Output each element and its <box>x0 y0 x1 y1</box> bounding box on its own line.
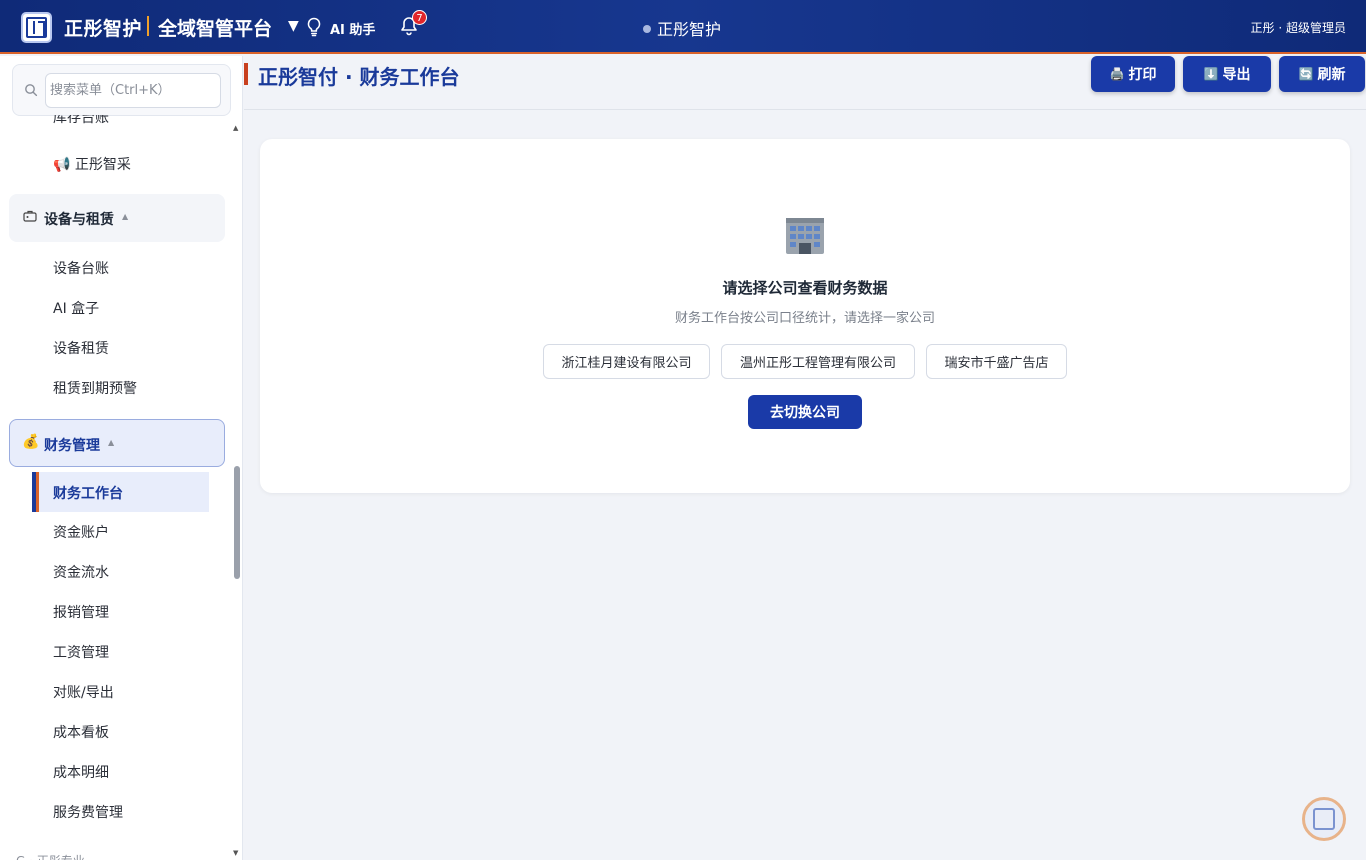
refresh-icon: 🔄 <box>1298 67 1314 81</box>
money-bag-icon: 💰 <box>22 434 40 450</box>
brand-divider <box>147 16 149 36</box>
top-header: 正彤智护 全域智管平台 ▼ AI 助手 7 正彤智护 正彤 · 超级管理员 <box>0 0 1366 54</box>
sidebar-item-finance-workbench[interactable]: 财务工作台 <box>32 472 209 512</box>
sidebar-group-partial[interactable]: G · 正彤专业 <box>16 852 85 860</box>
sidebar: 库存台账 📢 正彤智采 设备与租赁 ▲ 设备台账 AI 盒子 设备租赁 租赁到期… <box>0 56 243 860</box>
sidebar-group-equipment[interactable]: 设备与租赁 ▲ <box>9 194 225 242</box>
export-button[interactable]: ⬇️ 导出 <box>1183 56 1271 92</box>
chevron-up-icon: ▲ <box>122 212 129 221</box>
sidebar-item-label: 库存台账 <box>53 115 109 126</box>
sidebar-scrollbar[interactable] <box>234 466 240 579</box>
brand-name: 正彤智护 <box>64 18 143 40</box>
sidebar-item-reimbursement[interactable]: 报销管理 <box>53 602 109 622</box>
sidebar-item-ai-box[interactable]: AI 盒子 <box>53 298 99 318</box>
sidebar-item-cost-detail[interactable]: 成本明细 <box>53 762 109 782</box>
export-button-label: 导出 <box>1222 67 1251 83</box>
page-title: 正彤智付 · 财务工作台 <box>258 65 460 89</box>
sidebar-item-service-fee[interactable]: 服务费管理 <box>53 802 123 822</box>
floating-assistant-icon[interactable] <box>1302 797 1346 841</box>
user-info[interactable]: 正彤 · 超级管理员 <box>1251 19 1346 36</box>
app-logo-icon[interactable] <box>21 12 52 43</box>
sidebar-item-equipment-ledger[interactable]: 设备台账 <box>53 258 109 278</box>
sidebar-item-cost-board[interactable]: 成本看板 <box>53 722 109 742</box>
sidebar-item-payroll[interactable]: 工资管理 <box>53 642 109 662</box>
sidebar-group-finance[interactable]: 💰 财务管理 ▲ <box>9 419 225 467</box>
company-option-button[interactable]: 浙江桂月建设有限公司 <box>543 344 710 379</box>
scroll-down-icon[interactable]: ▼ <box>233 849 238 857</box>
company-option-button[interactable]: 温州正彤工程管理有限公司 <box>721 344 915 379</box>
chevron-up-icon: ▲ <box>108 438 115 447</box>
page-header: 正彤智付 · 财务工作台 🖨️ 打印 ⬇️ 导出 🔄 刷新 <box>244 56 1366 110</box>
sidebar-group-label: 财务管理 <box>44 438 100 454</box>
sidebar-item-reconcile-export[interactable]: 对账/导出 <box>53 682 114 702</box>
scroll-up-icon[interactable]: ▲ <box>233 124 238 132</box>
status-dot-icon <box>643 25 651 33</box>
menu-search-input[interactable] <box>45 73 221 108</box>
sidebar-item-fund-accounts[interactable]: 资金账户 <box>53 522 109 542</box>
header-center-title: 正彤智护 <box>657 20 722 39</box>
device-icon <box>23 210 37 222</box>
title-accent-bar <box>244 63 248 85</box>
empty-state-title: 请选择公司查看财务数据 <box>722 279 888 297</box>
company-option-button[interactable]: 瑞安市千盛广告店 <box>926 344 1067 379</box>
empty-state-card: 请选择公司查看财务数据 财务工作台按公司口径统计，请选择一家公司 浙江桂月建设有… <box>260 139 1350 493</box>
sidebar-item-procurement[interactable]: 📢 正彤智采 <box>53 154 131 174</box>
ai-assistant-button[interactable]: AI 助手 <box>330 19 375 38</box>
refresh-button-label: 刷新 <box>1317 67 1346 83</box>
office-building-icon <box>786 218 824 254</box>
platform-name: 全域智管平台 <box>158 18 273 40</box>
sidebar-item-fund-flow[interactable]: 资金流水 <box>53 562 109 582</box>
lightbulb-icon[interactable] <box>306 17 322 37</box>
sidebar-item-inventory[interactable]: 库存台账 <box>53 115 109 128</box>
empty-state-subtitle: 财务工作台按公司口径统计，请选择一家公司 <box>674 311 935 326</box>
menu-search <box>12 64 231 116</box>
print-button-label: 打印 <box>1128 67 1157 83</box>
platform-dropdown-icon[interactable]: ▼ <box>288 18 299 34</box>
print-button[interactable]: 🖨️ 打印 <box>1091 56 1175 92</box>
switch-company-button[interactable]: 去切换公司 <box>748 395 862 429</box>
sidebar-item-equipment-rental[interactable]: 设备租赁 <box>53 338 109 358</box>
download-icon: ⬇️ <box>1203 67 1219 81</box>
sidebar-group-label: 设备与租赁 <box>44 212 114 228</box>
printer-icon: 🖨️ <box>1109 67 1125 81</box>
refresh-button[interactable]: 🔄 刷新 <box>1279 56 1365 92</box>
sidebar-item-rental-expiry[interactable]: 租赁到期预警 <box>53 378 137 398</box>
sidebar-item-label: 财务工作台 <box>53 486 123 502</box>
search-icon <box>25 84 38 97</box>
notification-badge: 7 <box>412 10 427 25</box>
